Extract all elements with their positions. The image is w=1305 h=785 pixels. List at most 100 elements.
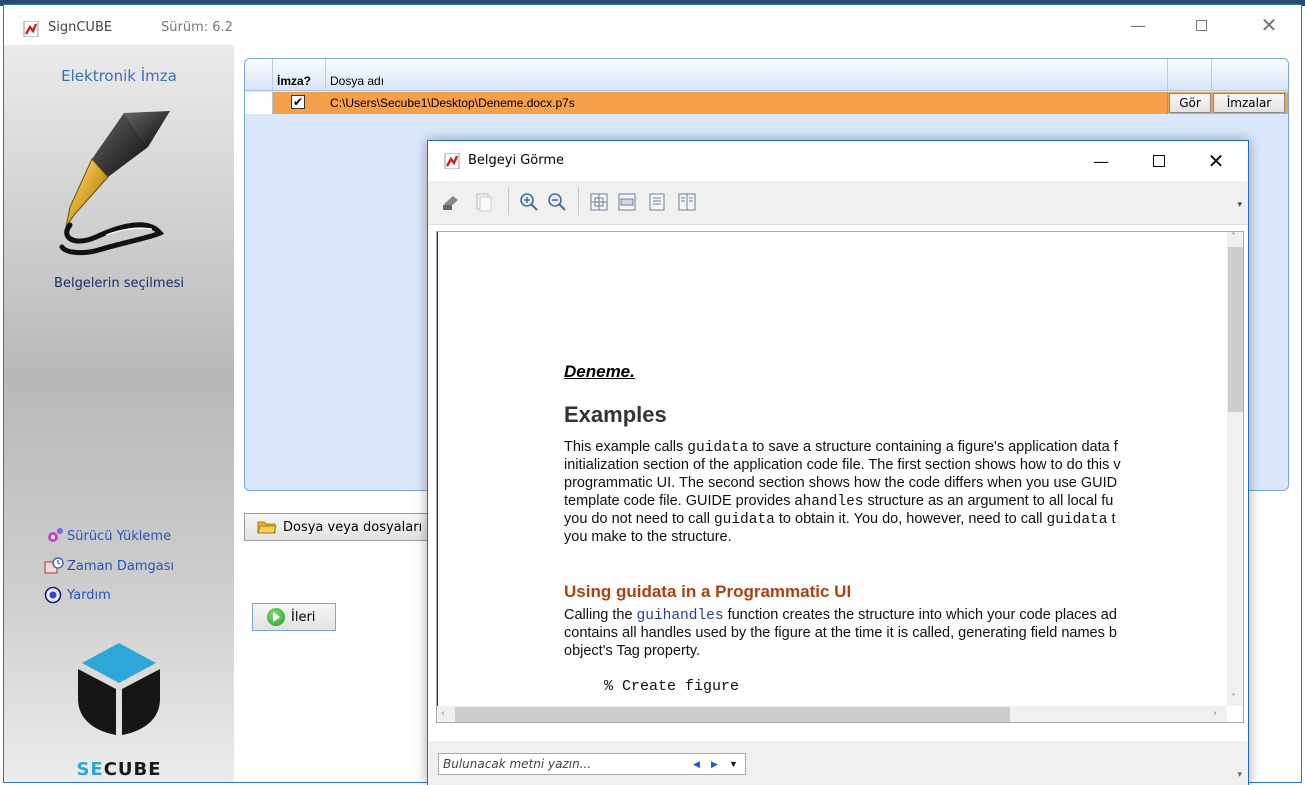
fountain-pen-logo — [59, 111, 170, 256]
horizontal-scroll-thumb[interactable] — [455, 707, 1010, 722]
secube-cube-logo — [78, 643, 160, 735]
two-page-button[interactable] — [676, 191, 698, 213]
find-next-icon[interactable]: ▶ — [711, 759, 718, 770]
maximize-icon — [1195, 19, 1207, 31]
fit-page-icon — [590, 193, 608, 211]
clock-icon — [44, 557, 64, 574]
find-previous-icon[interactable]: ◀ — [693, 759, 700, 770]
arrow-right-icon — [267, 608, 285, 626]
document-text-line: programmatic UI. The second section show… — [564, 475, 1118, 491]
secube-brand: SECUBE — [76, 759, 162, 780]
gear-icon — [48, 528, 63, 542]
document-text-line: initialization section of the applicatio… — [564, 457, 1121, 473]
minimize-icon: — — [1093, 151, 1109, 171]
signatures-button[interactable]: İmzalar — [1213, 93, 1285, 113]
print-button[interactable] — [440, 191, 462, 213]
document-text-line: This example calls guidata to save a str… — [564, 439, 1118, 456]
close-button[interactable]: ✕ — [1246, 5, 1292, 45]
horizontal-scrollbar[interactable]: ‹ › — [437, 706, 1227, 722]
document-heading: Examples — [564, 402, 667, 427]
scroll-right-icon[interactable]: › — [1213, 708, 1217, 719]
toolbar-separator — [578, 187, 579, 215]
document-subheading: Using guidata in a Programmatic UI — [564, 582, 852, 601]
single-page-icon — [649, 193, 665, 211]
next-label: İleri — [291, 609, 316, 625]
fit-width-icon — [618, 193, 636, 211]
findbar-overflow-icon[interactable]: ▾ — [1237, 769, 1242, 780]
minimize-button[interactable]: — — [1115, 5, 1161, 45]
document-viewer[interactable]: Deneme. Examples This example calls guid… — [436, 231, 1244, 723]
timestamp-label: Zaman Damgası — [67, 558, 175, 574]
find-options-icon[interactable]: ▼ — [729, 759, 738, 769]
driver-install-link[interactable]: Sürücü Yükleme — [44, 527, 171, 545]
zoom-in-icon — [520, 193, 538, 211]
fit-width-button[interactable] — [616, 191, 638, 213]
column-header-filename[interactable]: Dosya adı — [326, 59, 1168, 91]
find-box: ◀ ▶ ▼ — [438, 753, 746, 775]
grid-header: İmza? Dosya adı — [245, 59, 1288, 91]
sidebar-section-label: Belgelerin seçilmesi — [54, 276, 184, 291]
copy-button[interactable] — [472, 191, 494, 213]
driver-install-label: Sürücü Yükleme — [67, 528, 172, 544]
two-page-icon — [678, 193, 696, 211]
maximize-button[interactable] — [1178, 5, 1224, 45]
toolbar-overflow-icon[interactable]: ▾ — [1237, 199, 1242, 210]
dialog-app-icon — [444, 153, 460, 169]
column-header-sign[interactable]: İmza? — [273, 59, 326, 91]
document-text-line: object's Tag property. — [564, 643, 701, 659]
app-version: Sürüm: 6.2 — [161, 20, 233, 35]
zoom-out-button[interactable] — [546, 191, 568, 213]
toolbar-separator — [508, 187, 509, 215]
help-label: Yardım — [67, 587, 111, 603]
dialog-minimize-button[interactable]: — — [1078, 141, 1124, 181]
maximize-icon — [1153, 155, 1165, 167]
copy-icon — [476, 193, 492, 212]
timestamp-link[interactable]: Zaman Damgası — [44, 557, 174, 575]
folder-icon — [257, 521, 277, 534]
document-text-line: template code file. GUIDE provides ahand… — [564, 493, 1114, 510]
minimize-icon: — — [1130, 15, 1146, 35]
single-page-button[interactable] — [646, 191, 668, 213]
sidebar: Elektronik İmza Belgelerin seçilmesi Sür… — [4, 45, 234, 782]
document-viewer-dialog: Belgeyi Görme — ✕ ▾ Deneme. Examples Thi… — [427, 140, 1249, 785]
document-text-line: you make to the structure. — [564, 529, 732, 545]
next-button[interactable]: İleri — [252, 603, 336, 631]
scroll-left-icon[interactable]: ‹ — [441, 708, 445, 719]
sign-checkbox[interactable]: ✔ — [291, 95, 305, 109]
document-text-line: you do not need to call guidata to obtai… — [564, 511, 1116, 528]
row-header — [245, 92, 273, 114]
viewer-toolbar: ▾ — [428, 181, 1248, 225]
find-input[interactable] — [439, 754, 669, 774]
help-link[interactable]: Yardım — [44, 586, 111, 604]
document-code-line: % Create figure — [604, 678, 740, 695]
scroll-down-icon[interactable]: ˅ — [1231, 693, 1236, 704]
document-text-line: contains all handles used by the figure … — [564, 625, 1117, 641]
fit-page-button[interactable] — [588, 191, 610, 213]
column-header-signatures — [1212, 59, 1288, 91]
vertical-scrollbar[interactable]: ˄ ˅ — [1227, 232, 1243, 706]
app-title: SignCUBE — [48, 20, 113, 35]
zoom-in-button[interactable] — [518, 191, 540, 213]
find-bar: ◀ ▶ ▼ ▾ — [428, 741, 1248, 785]
dialog-maximize-button[interactable] — [1136, 141, 1182, 181]
scroll-up-icon[interactable]: ˄ — [1231, 232, 1236, 243]
print-icon — [443, 196, 458, 210]
vertical-scroll-thumb[interactable] — [1228, 247, 1243, 412]
help-icon — [44, 586, 62, 604]
title-bar: SignCUBE Sürüm: 6.2 — ✕ — [4, 5, 1301, 45]
table-row[interactable]: ✔ C:\Users\Secube1\Desktop\Deneme.docx.p… — [245, 92, 1288, 114]
column-header-view — [1168, 59, 1212, 91]
view-button[interactable]: Gör — [1169, 93, 1211, 113]
brand-accent: SE — [76, 759, 104, 780]
close-icon: ✕ — [1207, 149, 1225, 173]
sidebar-title: Elektronik İmza — [61, 67, 177, 85]
row-header-corner — [245, 59, 273, 91]
select-files-button[interactable]: Dosya veya dosyaları — [244, 513, 444, 541]
dialog-close-button[interactable]: ✕ — [1193, 141, 1239, 181]
select-files-label: Dosya veya dosyaları — [283, 519, 423, 535]
document-text-line: Calling the guihandles function creates … — [564, 607, 1117, 624]
document-page: Deneme. Examples This example calls guid… — [437, 232, 1227, 706]
zoom-out-icon — [548, 193, 566, 211]
file-path-cell: C:\Users\Secube1\Desktop\Deneme.docx.p7s — [326, 92, 1168, 114]
document-title: Deneme. — [564, 362, 635, 381]
